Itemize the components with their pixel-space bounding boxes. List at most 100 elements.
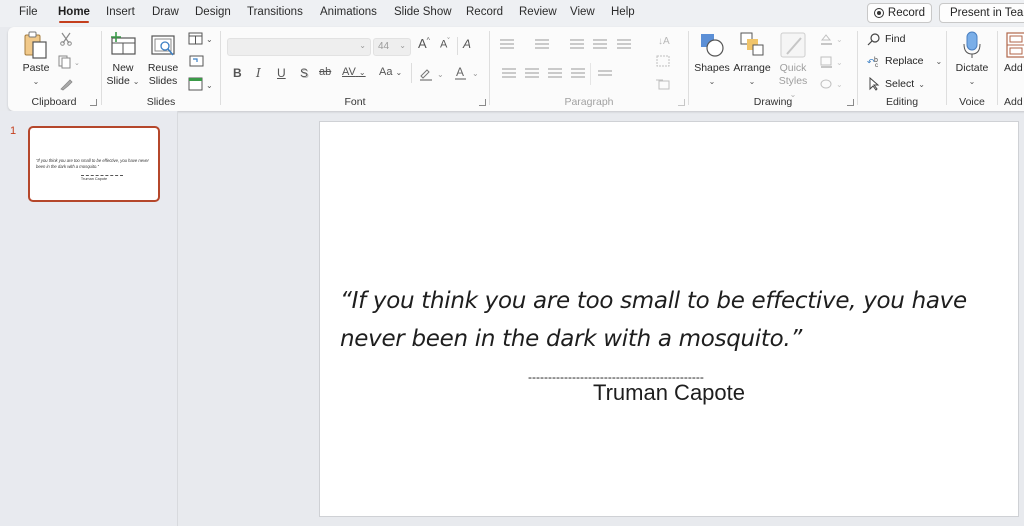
paste-icon [22, 30, 50, 60]
strikethrough-button[interactable]: ab [319, 66, 331, 78]
tab-insert[interactable]: Insert [106, 6, 135, 18]
text-shadow-button[interactable]: S [300, 66, 308, 80]
convert-smartart-icon[interactable] [655, 77, 671, 91]
cut-icon[interactable] [58, 32, 74, 46]
bold-button[interactable]: B [233, 66, 242, 80]
svg-text:⌄: ⌄ [836, 35, 843, 44]
tab-animations[interactable]: Animations [320, 6, 377, 18]
numbering-icon[interactable] [535, 39, 549, 51]
ribbon: Paste ⌄ ⌄ Clipboard New Slide ⌄ Reuse Sl… [8, 27, 1024, 111]
new-slide-button[interactable]: New Slide ⌄ [106, 30, 140, 88]
font-size-value: 44 [378, 41, 390, 52]
addins-button[interactable]: Add [1004, 30, 1024, 75]
quote-text[interactable]: “If you think you are too small to be ef… [340, 282, 1000, 358]
select-label: Select [885, 78, 915, 90]
highlight-icon[interactable]: ⌄ [419, 67, 449, 81]
drawing-dialog-launcher[interactable] [847, 99, 854, 106]
tab-review[interactable]: Review [519, 6, 557, 18]
align-left-icon[interactable] [502, 68, 516, 80]
svg-text:↓A: ↓A [658, 36, 670, 47]
align-center-icon[interactable] [525, 68, 539, 80]
paragraph-dialog-launcher[interactable] [678, 99, 685, 106]
copy-icon[interactable]: ⌄ [58, 55, 80, 69]
justify-icon[interactable] [571, 68, 585, 80]
change-case-button[interactable]: Aa ⌄ [379, 66, 402, 78]
find-button[interactable]: Find [867, 32, 905, 46]
increase-indent-icon[interactable] [593, 39, 607, 51]
slides-label: Slides [146, 96, 176, 108]
shapes-button[interactable]: Shapes ⌄ [694, 30, 730, 88]
editing-label: Editing [885, 96, 919, 108]
replace-icon: ↶ bc [867, 57, 878, 68]
layout-icon[interactable]: ⌄ [188, 32, 216, 46]
present-in-teams-label: Present in Teams [950, 7, 1024, 19]
align-text-icon[interactable] [655, 54, 671, 68]
text-direction-icon[interactable]: ↓A [655, 33, 671, 47]
tab-view[interactable]: View [570, 6, 595, 18]
tab-file[interactable]: File [19, 6, 38, 18]
font-size-combo[interactable]: 44 ⌄ [373, 38, 411, 56]
quick-styles-button[interactable]: Quick Styles ⌄ [776, 30, 810, 101]
slide-thumbnail[interactable]: “If you think you are too small to be ef… [28, 126, 160, 202]
chevron-down-icon: ⌄ [918, 79, 925, 89]
character-spacing-button[interactable]: AV ⌄ [342, 66, 366, 78]
quick-styles-label: Quick [779, 62, 807, 74]
quick-styles-icon [779, 30, 807, 60]
chevron-down-icon: ⌄ [359, 41, 366, 50]
italic-button[interactable]: I [256, 66, 261, 80]
svg-text:⌄: ⌄ [836, 80, 843, 89]
chevron-down-icon: ⌄ [935, 56, 943, 66]
arrange-button[interactable]: Arrange ⌄ [733, 30, 771, 88]
font-color-icon[interactable]: A ⌄ [454, 65, 484, 80]
reuse-slides-button[interactable]: Reuse Slides [146, 30, 180, 88]
tab-design[interactable]: Design [195, 6, 231, 18]
record-button[interactable]: Record [867, 3, 932, 23]
decrease-indent-icon[interactable] [570, 39, 584, 51]
paragraph-label: Paragraph [564, 96, 614, 108]
underline-button[interactable]: U [277, 66, 286, 80]
reset-slide-icon[interactable] [188, 54, 204, 68]
thumbnail-author: Truman Capote [80, 177, 108, 181]
align-right-icon[interactable] [548, 68, 562, 80]
columns-icon[interactable] [598, 70, 612, 82]
tab-help[interactable]: Help [611, 6, 635, 18]
tab-transitions[interactable]: Transitions [247, 6, 303, 18]
font-dialog-launcher[interactable] [479, 99, 486, 106]
shape-fill-icon[interactable]: ⌄ [819, 32, 847, 46]
dictate-button[interactable]: Dictate ⌄ [952, 30, 992, 88]
font-group: ⌄ 44 ⌄ A^ Aˇ A B I U S ab AV ⌄ Aa ⌄ ⌄ A ⌄… [221, 27, 489, 111]
chevron-down-icon: ⌄ [968, 77, 976, 86]
addins-group: Add Add [998, 27, 1024, 111]
grow-font-label: A [418, 36, 427, 51]
quick-styles-label-2: Styles [778, 75, 808, 87]
editing-group: Find ↶ b c Replace ⌄ Select ⌄ Editing [858, 27, 946, 111]
shape-outline-icon[interactable]: ⌄ [819, 55, 847, 69]
present-in-teams-button[interactable]: Present in Teams [939, 3, 1024, 23]
slides-group: New Slide ⌄ Reuse Slides ⌄ ⌄ Slides [102, 27, 220, 111]
slide-canvas[interactable]: “If you think you are too small to be ef… [319, 121, 1019, 517]
shrink-font-button[interactable]: Aˇ [440, 38, 450, 51]
shape-effects-icon[interactable]: ⌄ [819, 77, 847, 91]
author-text[interactable]: Truman Capote [320, 380, 1018, 406]
select-button[interactable]: Select ⌄ [867, 77, 925, 91]
cursor-icon [869, 77, 880, 91]
paste-button[interactable]: Paste ⌄ [18, 30, 54, 88]
format-painter-icon[interactable] [58, 77, 74, 91]
addins-label: Add [1004, 62, 1023, 74]
svg-text:⌄: ⌄ [206, 35, 213, 44]
line-spacing-icon[interactable] [617, 39, 631, 51]
paste-label: Paste [22, 62, 50, 74]
tab-draw[interactable]: Draw [152, 6, 179, 18]
reuse-slides-label: Reuse [147, 62, 179, 74]
tab-record[interactable]: Record [466, 6, 503, 18]
font-name-combo[interactable]: ⌄ [227, 38, 371, 56]
tab-home[interactable]: Home [58, 6, 90, 23]
bullets-icon[interactable] [500, 39, 514, 51]
grow-font-button[interactable]: A^ [418, 36, 430, 51]
replace-button[interactable]: ↶ b c Replace ⌄ [867, 54, 942, 68]
section-icon[interactable]: ⌄ [188, 77, 216, 91]
clipboard-dialog-launcher[interactable] [90, 99, 97, 106]
clipboard-group: Paste ⌄ ⌄ Clipboard [8, 27, 100, 111]
tab-slide-show[interactable]: Slide Show [394, 6, 452, 18]
clear-formatting-icon[interactable]: A [463, 37, 471, 51]
